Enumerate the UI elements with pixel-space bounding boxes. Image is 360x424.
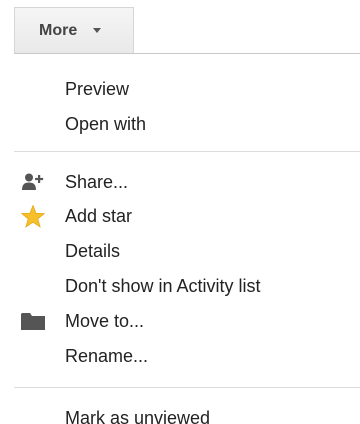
- menu-item-rename[interactable]: Rename...: [14, 341, 360, 371]
- menu-item-label: Mark as unviewed: [65, 407, 211, 424]
- menu-item-details[interactable]: Details: [14, 236, 360, 266]
- menu-item-add-star[interactable]: Add star: [14, 201, 360, 231]
- more-dropdown-menu: Preview Open with Share... Add star Deta…: [14, 53, 360, 424]
- menu-item-label: Add star: [65, 205, 133, 226]
- menu-item-label: Move to...: [65, 310, 145, 331]
- menu-item-preview[interactable]: Preview: [14, 74, 360, 104]
- chevron-down-icon: [93, 28, 102, 33]
- menu-item-dont-show-in-activity[interactable]: Don't show in Activity list: [14, 271, 360, 301]
- page: More Preview Open with Share... Add star…: [0, 0, 360, 424]
- menu-item-mark-as-unviewed[interactable]: Mark as unviewed: [14, 403, 360, 424]
- menu-item-label: Open with: [65, 113, 147, 134]
- menu-item-label: Details: [65, 240, 121, 261]
- star-icon: [21, 204, 45, 228]
- menu-item-move-to[interactable]: Move to...: [14, 306, 360, 336]
- menu-item-open-with[interactable]: Open with: [14, 109, 360, 139]
- menu-divider: [14, 151, 360, 152]
- menu-item-label: Don't show in Activity list: [65, 275, 261, 296]
- add-person-icon: [21, 170, 45, 194]
- menu-item-label: Rename...: [65, 345, 149, 366]
- menu-item-share[interactable]: Share...: [14, 167, 360, 197]
- menu-divider: [14, 387, 360, 388]
- menu-item-label: Preview: [65, 78, 130, 99]
- menu-item-label: Share...: [65, 171, 129, 192]
- folder-icon: [21, 309, 45, 333]
- more-button-label: More: [39, 21, 78, 39]
- more-button[interactable]: More: [14, 7, 134, 53]
